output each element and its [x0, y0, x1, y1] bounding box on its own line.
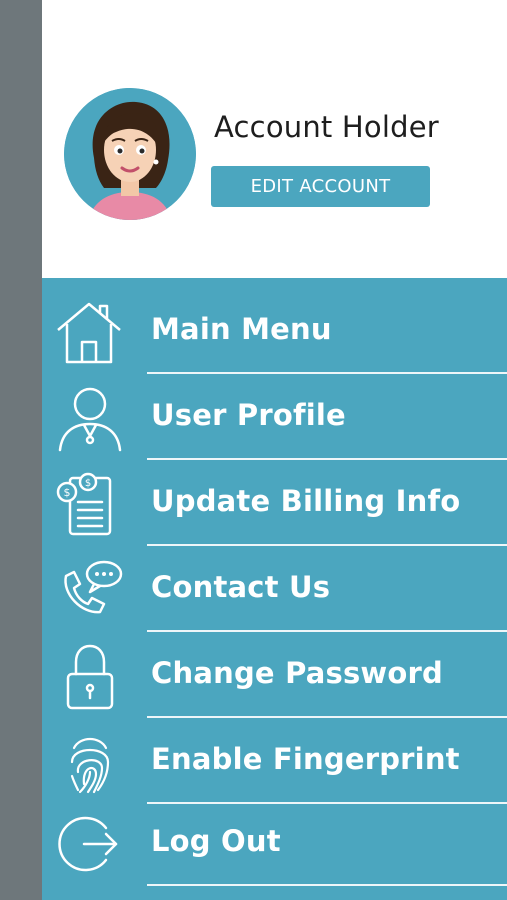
fingerprint-icon: [54, 728, 124, 796]
menu-item-label: Main Menu: [151, 312, 332, 346]
menu-item-label: Update Billing Info: [151, 484, 461, 518]
menu-item-main-menu[interactable]: Main Menu: [42, 288, 507, 374]
menu-item-update-billing-info[interactable]: $ $ Update Billing Info: [42, 460, 507, 546]
home-icon: [54, 298, 124, 366]
menu-item-label: Enable Fingerprint: [151, 742, 460, 776]
menu-item-label: User Profile: [151, 398, 346, 432]
account-name: Account Holder: [214, 110, 439, 144]
side-strip: [0, 0, 42, 900]
contact-icon: [54, 556, 124, 624]
menu-item-contact-us[interactable]: Contact Us: [42, 546, 507, 632]
side-menu: Main Menu User Profile $ $ Update Billin…: [42, 278, 507, 900]
billing-icon: $ $: [54, 470, 124, 538]
menu-item-log-out[interactable]: Log Out: [42, 800, 507, 886]
logout-icon: [54, 810, 124, 878]
avatar-illustration: [64, 88, 196, 220]
menu-item-label: Change Password: [151, 656, 444, 690]
menu-item-enable-fingerprint[interactable]: Enable Fingerprint: [42, 718, 507, 804]
menu-item-label: Log Out: [151, 824, 281, 858]
svg-text:$: $: [64, 486, 71, 499]
account-header: Account Holder EDIT ACCOUNT: [42, 0, 507, 278]
menu-item-user-profile[interactable]: User Profile: [42, 374, 507, 460]
menu-item-label: Contact Us: [151, 570, 331, 604]
menu-item-change-password[interactable]: Change Password: [42, 632, 507, 718]
edit-account-button[interactable]: EDIT ACCOUNT: [211, 166, 430, 207]
lock-icon: [54, 642, 124, 710]
menu-divider: [147, 884, 507, 886]
avatar[interactable]: [64, 88, 196, 220]
user-icon: [54, 384, 124, 452]
svg-text:$: $: [85, 478, 91, 489]
